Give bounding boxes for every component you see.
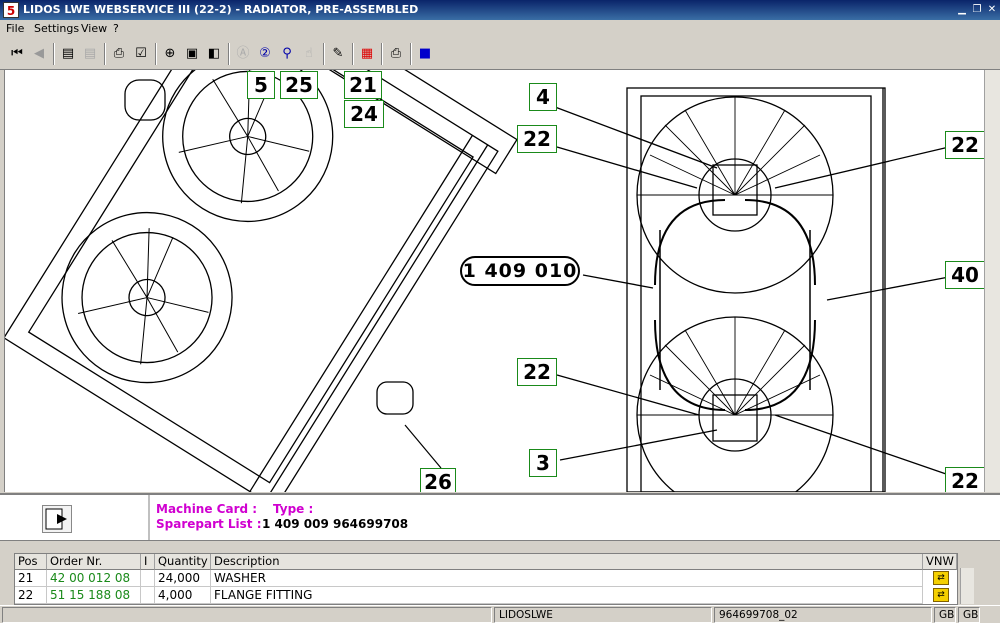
cell-order-nr[interactable]: 51 15 188 08 xyxy=(47,587,141,604)
status-doc: 964699708_02 xyxy=(714,607,932,623)
menu-file[interactable]: File xyxy=(6,22,24,35)
minimize-icon[interactable]: ▁ xyxy=(955,3,969,16)
checklist-icon[interactable]: ☑ xyxy=(131,44,151,64)
col-vnw[interactable]: VNW xyxy=(923,554,957,570)
callout-26[interactable]: 26 xyxy=(420,468,456,492)
title-bar: 5 LIDOS LWE WEBSERVICE III (22-2) - RADI… xyxy=(0,0,1000,20)
cell-pos: 22 xyxy=(15,587,47,604)
sparepart-list-value: 1 409 009 964699708 xyxy=(262,517,409,531)
menu-bar: File Settings View ? xyxy=(0,20,1000,38)
col-order-nr[interactable]: Order Nr. xyxy=(47,554,141,570)
book-disabled-icon[interactable]: ▤ xyxy=(80,44,100,64)
left-frame-outer xyxy=(5,70,499,492)
print-icon[interactable]: ⎙ xyxy=(386,44,406,64)
printer-list-icon[interactable]: ⎙ xyxy=(109,44,129,64)
col-i[interactable]: I xyxy=(141,554,155,570)
callout-22-lower-left[interactable]: 22 xyxy=(517,358,557,386)
edit-icon[interactable]: ✎ xyxy=(328,44,348,64)
machine-card-label: Machine Card : xyxy=(156,502,258,516)
toolbar-divider xyxy=(104,43,106,65)
close-icon[interactable]: ✕ xyxy=(985,3,999,16)
search-parts-icon[interactable]: ⚲ xyxy=(277,44,297,64)
menu-settings[interactable]: Settings xyxy=(34,22,79,35)
menu-view[interactable]: View xyxy=(81,22,107,35)
cart-icon[interactable]: ⇄ xyxy=(933,588,949,602)
menu-help[interactable]: ? xyxy=(113,22,119,35)
col-pos[interactable]: Pos xyxy=(15,554,47,570)
status-app: LIDOSLWE xyxy=(494,607,712,623)
callout-24[interactable]: 24 xyxy=(344,100,384,128)
cell-quantity: 24,000 xyxy=(155,570,211,587)
type-label: Type : xyxy=(273,502,314,516)
toolbar-divider xyxy=(323,43,325,65)
cell-quantity: 4,000 xyxy=(155,587,211,604)
callout-22-lower-right[interactable]: 22 xyxy=(945,467,984,492)
exit-book-icon[interactable] xyxy=(42,505,72,533)
callout-22-upper-right[interactable]: 22 xyxy=(945,131,984,159)
callout-40[interactable]: 40 xyxy=(945,261,984,289)
status-lang1: GB xyxy=(934,607,956,623)
toolbar: ⏮ ◀ ▤ ▤ ⎙ ☑ ⊕ ▣ ◧ Ⓐ ② ⚲ ☝ ✎ ▦ ⎙ ■ xyxy=(0,38,1000,70)
callout-22-upper-left[interactable]: 22 xyxy=(517,125,557,153)
toolbar-divider xyxy=(53,43,55,65)
blue-square-icon[interactable]: ■ xyxy=(415,44,435,64)
callout-21[interactable]: 21 xyxy=(344,71,382,99)
restore-icon[interactable]: ❐ xyxy=(970,3,984,16)
window-title: LIDOS LWE WEBSERVICE III (22-2) - RADIAT… xyxy=(23,3,419,16)
toolbar-divider xyxy=(155,43,157,65)
toolbar-divider xyxy=(352,43,354,65)
drawing-scrollbar[interactable] xyxy=(984,70,1000,492)
cell-order-nr[interactable]: 42 00 012 08 xyxy=(47,570,141,587)
parts-table: Pos Order Nr. I Quantity Description VNW… xyxy=(14,553,958,605)
zoom-icon[interactable]: ⊕ xyxy=(160,44,180,64)
app-logo-icon: 5 xyxy=(3,2,19,18)
hose-fitting xyxy=(124,79,166,121)
book-open-icon[interactable]: ▤ xyxy=(58,44,78,64)
callout-25[interactable]: 25 xyxy=(280,71,318,99)
page-icon[interactable]: ▣ xyxy=(182,44,202,64)
cell-i xyxy=(141,587,155,604)
status-empty xyxy=(2,607,492,623)
col-quantity[interactable]: Quantity xyxy=(155,554,211,570)
toolbar-divider xyxy=(410,43,412,65)
sparepart-list-label: Sparepart List : xyxy=(156,517,262,531)
table-scrollbar[interactable] xyxy=(960,568,974,604)
status-bar: LIDOSLWE 964699708_02 GB GB xyxy=(0,605,1000,623)
status-lang2: GB xyxy=(958,607,980,623)
callout-5[interactable]: 5 xyxy=(247,71,275,99)
previous-icon[interactable]: ◀ xyxy=(29,44,49,64)
pointer-disabled-icon[interactable]: ☝ xyxy=(299,44,319,64)
callout-4[interactable]: 4 xyxy=(529,83,557,111)
toolbar-divider xyxy=(381,43,383,65)
assembly-number-pill[interactable]: 1 409 010 xyxy=(460,256,580,286)
circle-2-icon[interactable]: ② xyxy=(255,44,275,64)
callout-3[interactable]: 3 xyxy=(529,449,557,477)
cell-description: WASHER xyxy=(211,570,923,587)
cell-description: FLANGE FITTING xyxy=(211,587,923,604)
info-divider xyxy=(148,495,150,540)
cell-pos: 21 xyxy=(15,570,47,587)
cell-i xyxy=(141,570,155,587)
col-description[interactable]: Description xyxy=(211,554,923,570)
cart-icon[interactable]: ⇄ xyxy=(933,571,949,585)
first-page-icon[interactable]: ⏮ xyxy=(7,44,27,64)
parts-drawing[interactable]: 5 25 21 24 26 4 22 22 40 22 3 22 1 409 0… xyxy=(4,70,984,492)
info-panel: Machine Card : Type : Sparepart List : 1… xyxy=(0,493,1000,540)
toolbar-divider xyxy=(228,43,230,65)
left-frame-inner xyxy=(27,70,474,484)
page-alt-icon[interactable]: ◧ xyxy=(204,44,224,64)
grid-icon[interactable]: ▦ xyxy=(357,44,377,64)
circle-a-icon[interactable]: Ⓐ xyxy=(233,44,253,64)
parts-table-area: Pos Order Nr. I Quantity Description VNW… xyxy=(0,540,1000,605)
